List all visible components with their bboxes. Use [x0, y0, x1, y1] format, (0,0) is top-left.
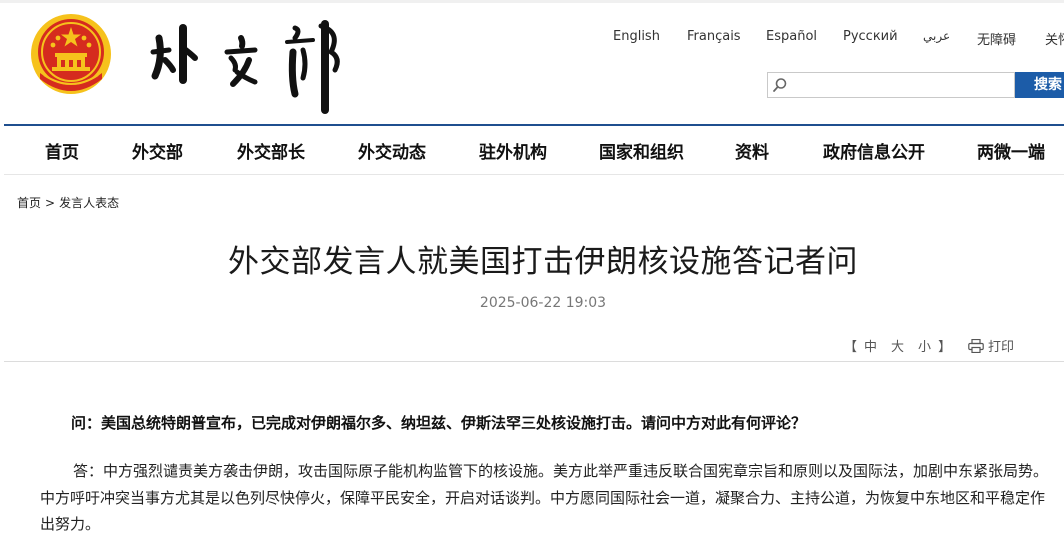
search-icon: [773, 78, 787, 92]
font-size-medium-button[interactable]: 大: [891, 340, 904, 355]
lang-english-link[interactable]: English: [613, 29, 660, 44]
accessibility-link[interactable]: 无障碍: [977, 29, 1016, 48]
breadcrumb-current-link[interactable]: 发言人表态: [59, 196, 119, 210]
top-border: [0, 0, 1064, 3]
lang-french-link[interactable]: Français: [687, 29, 741, 44]
lang-russian-link[interactable]: Русский: [843, 29, 898, 44]
search-input[interactable]: [790, 75, 1014, 97]
font-size-bracket-open: 【: [844, 340, 858, 355]
article-date: 2025-06-22 19:03: [479, 295, 607, 311]
nav-item-resources[interactable]: 资料: [735, 138, 769, 163]
nav-bottom-rule: [4, 174, 1064, 175]
language-bar: English Français Español Русский عربي 无障…: [0, 29, 1064, 49]
nav-item-missions[interactable]: 驻外机构: [479, 138, 547, 163]
site-title-calligraphy-logo[interactable]: [145, 8, 355, 118]
nav-item-countries-orgs[interactable]: 国家和组织: [599, 138, 684, 163]
print-button[interactable]: 打印: [968, 336, 1014, 355]
nav-item-ministry[interactable]: 外交部: [132, 138, 183, 163]
font-size-controls: 【中大小】: [844, 336, 951, 355]
printer-icon: [968, 339, 984, 353]
lang-arabic-link[interactable]: عربي: [923, 29, 950, 43]
print-label: 打印: [988, 340, 1015, 355]
font-size-small-button[interactable]: 中: [864, 340, 877, 355]
article-title: 外交部发言人就美国打击伊朗核设施答记者问: [228, 244, 858, 280]
article-question: 问：美国总统特朗普宣布，已完成对伊朗福尔多、纳坦兹、伊斯法罕三处核设施打击。请问…: [71, 414, 807, 432]
care-mode-link[interactable]: 关怀版: [1045, 29, 1064, 48]
search-box: [767, 72, 1015, 98]
breadcrumb: 首页 > 发言人表态: [17, 194, 119, 211]
font-size-bracket-close: 】: [938, 340, 952, 355]
nav-item-activities[interactable]: 外交动态: [358, 138, 426, 163]
breadcrumb-home-link[interactable]: 首页: [17, 196, 41, 210]
article-divider: [4, 361, 1064, 362]
search-button[interactable]: 搜索: [1015, 72, 1064, 98]
nav-item-gov-info[interactable]: 政府信息公开: [823, 138, 925, 163]
nav-item-home[interactable]: 首页: [45, 138, 79, 163]
nav-item-minister[interactable]: 外交部长: [237, 138, 305, 163]
nav-top-rule: [4, 124, 1064, 126]
article-answer: 答：中方强烈谴责美方袭击伊朗，攻击国际原子能机构监管下的核设施。美方此举严重违反…: [40, 462, 1049, 533]
main-nav: 首页 外交部 外交部长 外交动态 驻外机构 国家和组织 资料 政府信息公开 两微…: [0, 138, 1064, 163]
font-size-large-button[interactable]: 小: [918, 340, 931, 355]
national-emblem-icon[interactable]: [30, 13, 112, 95]
nav-item-social-media[interactable]: 两微一端: [977, 138, 1045, 163]
lang-spanish-link[interactable]: Español: [766, 29, 817, 44]
breadcrumb-separator: >: [45, 196, 56, 210]
